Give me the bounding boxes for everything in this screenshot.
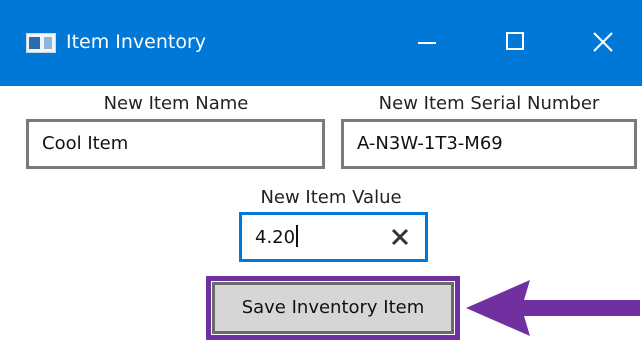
- new-item-serial-label: New Item Serial Number: [378, 93, 600, 114]
- save-inventory-item-button[interactable]: Save Inventory Item: [212, 282, 454, 334]
- maximize-button[interactable]: [484, 20, 544, 64]
- title-bar[interactable]: Item Inventory: [0, 0, 642, 86]
- new-item-value-text: 4.20: [255, 227, 296, 248]
- close-button[interactable]: [572, 20, 632, 64]
- maximize-icon: [506, 32, 524, 50]
- new-item-name-value: Cool Item: [42, 133, 129, 154]
- new-item-value-label: New Item Value: [260, 187, 402, 208]
- minimize-icon: [418, 42, 436, 44]
- new-item-serial-value: A-N3W-1T3-M69: [357, 133, 503, 154]
- new-item-name-label: New Item Name: [103, 93, 249, 114]
- left-arrow-icon: [466, 280, 640, 336]
- new-item-name-input[interactable]: Cool Item: [26, 119, 325, 169]
- text-caret: [296, 225, 299, 247]
- item-inventory-window: Item Inventory New Item Name Cool Item N…: [0, 0, 642, 348]
- window-title: Item Inventory: [66, 31, 207, 53]
- clear-x-icon[interactable]: [385, 224, 415, 250]
- new-item-serial-input[interactable]: A-N3W-1T3-M69: [341, 119, 637, 169]
- close-icon: [593, 32, 613, 52]
- minimize-button[interactable]: [396, 20, 456, 64]
- app-window-icon: [26, 33, 56, 53]
